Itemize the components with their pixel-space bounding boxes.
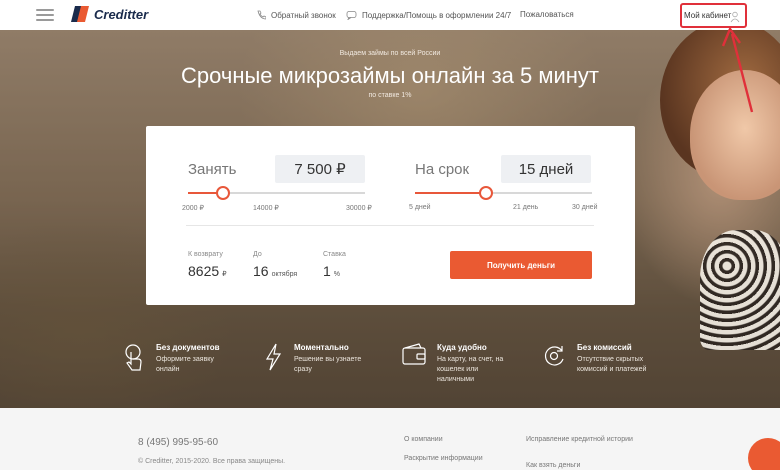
- term-label: На срок: [415, 161, 470, 178]
- feature-text: Отсутствие скрытых комиссий и платежей: [577, 356, 647, 373]
- return-amount: 8625 ₽: [188, 263, 227, 279]
- hero-rate-note: по ставке 1%: [368, 92, 412, 99]
- cabinet-button[interactable]: Мой кабинет: [680, 3, 747, 28]
- feature-title: Куда удобно: [437, 343, 487, 352]
- amount-min: 2000 ₽: [182, 205, 204, 212]
- annotation-arrow-icon: [721, 27, 754, 113]
- chat-widget-button[interactable]: [748, 438, 780, 470]
- nav-complain-label: Пожаловаться: [520, 10, 574, 19]
- feature-text: На карту, на счет, на кошелек или наличн…: [437, 356, 504, 383]
- amount-label: Занять: [188, 161, 237, 178]
- return-unit: ₽: [222, 271, 227, 278]
- feature-body: Куда удобно На карту, на счет, на кошеле…: [437, 343, 517, 385]
- rate-label: Ставка: [323, 251, 346, 258]
- amount-slider-thumb[interactable]: [215, 186, 230, 200]
- hero: Выдаем займы по всей России Срочные микр…: [0, 30, 780, 408]
- due-month: октября: [271, 271, 298, 278]
- phone-icon: [257, 10, 266, 20]
- term-slider-fill: [415, 192, 486, 194]
- footer-link[interactable]: Раскрытие информации: [404, 455, 483, 462]
- menu-icon[interactable]: [36, 9, 54, 21]
- feature-convenient: Куда удобно На карту, на счет, на кошеле…: [401, 343, 517, 385]
- feature-body: Без комиссий Отсутствие скрытых комиссий…: [577, 343, 657, 375]
- rate: 1%: [323, 263, 340, 279]
- loan-calculator: Занять 7 500 ₽ 2000 ₽ 14000 ₽ 30000 ₽ На…: [146, 126, 635, 305]
- amount-max: 30000 ₽: [346, 205, 372, 212]
- footer-link[interactable]: Как взять деньги: [526, 462, 580, 469]
- footer: 8 (495) 995-95-60 © Creditter, 2015-2020…: [0, 408, 780, 470]
- amount-value[interactable]: 7 500 ₽: [275, 155, 365, 183]
- nav-callback-label: Обратный звонок: [271, 10, 336, 20]
- feature-title: Моментально: [294, 343, 349, 352]
- amount-mid: 14000 ₽: [253, 205, 279, 212]
- card-divider: [186, 225, 594, 226]
- footer-copyright: © Creditter, 2015-2020. Все права защище…: [138, 458, 286, 465]
- due-day: 16: [253, 263, 269, 279]
- feature-title: Без документов: [156, 343, 220, 352]
- term-max: 30 дней: [572, 204, 598, 211]
- hero-kicker: Выдаем займы по всей России: [339, 50, 441, 57]
- feature-no-fees: Без комиссий Отсутствие скрытых комиссий…: [541, 343, 657, 375]
- hero-title: Срочные микрозаймы онлайн за 5 минут: [181, 63, 599, 88]
- cabinet-label: Мой кабинет: [684, 11, 732, 20]
- feature-text: Оформите заявку онлайн: [156, 356, 214, 373]
- rate-unit: %: [333, 271, 341, 278]
- wallet-icon: [402, 343, 426, 365]
- due-label: До: [253, 251, 262, 258]
- footer-link[interactable]: О компании: [404, 436, 443, 443]
- chat-icon: [346, 11, 357, 20]
- due-date: 16 октября: [253, 263, 297, 279]
- refresh-icon: [544, 346, 564, 366]
- feature-body: Моментально Решение вы узнаете сразу: [294, 343, 374, 375]
- nav-complain[interactable]: Пожаловаться: [520, 10, 574, 19]
- nav-support-label: Поддержка/Помощь в оформлении 24/7: [362, 10, 512, 20]
- feature-instant: Моментально Решение вы узнаете сразу: [264, 343, 374, 375]
- feature-no-documents: Без документов Оформите заявку онлайн: [122, 343, 236, 375]
- term-mid: 21 день: [513, 204, 539, 211]
- header: Creditter Обратный звонок Поддержка/Помо…: [0, 0, 780, 30]
- footer-phone[interactable]: 8 (495) 995-95-60: [138, 437, 218, 448]
- term-value[interactable]: 15 дней: [501, 155, 591, 183]
- logo[interactable]: Creditter: [70, 4, 148, 24]
- logo-icon: [71, 6, 89, 22]
- feature-text: Решение вы узнаете сразу: [294, 356, 362, 373]
- return-value: 8625: [188, 263, 220, 279]
- get-money-button[interactable]: Получить деньги: [450, 251, 592, 279]
- user-icon: [730, 11, 740, 23]
- return-label: К возврату: [188, 251, 223, 258]
- lightning-icon: [265, 343, 282, 371]
- term-slider-thumb[interactable]: [478, 186, 493, 200]
- feature-body: Без документов Оформите заявку онлайн: [156, 343, 236, 375]
- amount-slider[interactable]: [188, 186, 365, 200]
- rate-value: 1: [323, 263, 331, 279]
- footer-link[interactable]: Исправление кредитной истории: [526, 436, 633, 443]
- feature-title: Без комиссий: [577, 343, 632, 352]
- logo-text: Creditter: [94, 6, 149, 22]
- touch-icon: [125, 344, 142, 371]
- nav-support[interactable]: Поддержка/Помощь в оформлении 24/7: [346, 10, 511, 20]
- term-min: 5 дней: [409, 204, 431, 211]
- nav-callback[interactable]: Обратный звонок: [256, 10, 336, 20]
- term-slider[interactable]: [415, 186, 592, 200]
- hero-photo-scarf: [700, 230, 780, 350]
